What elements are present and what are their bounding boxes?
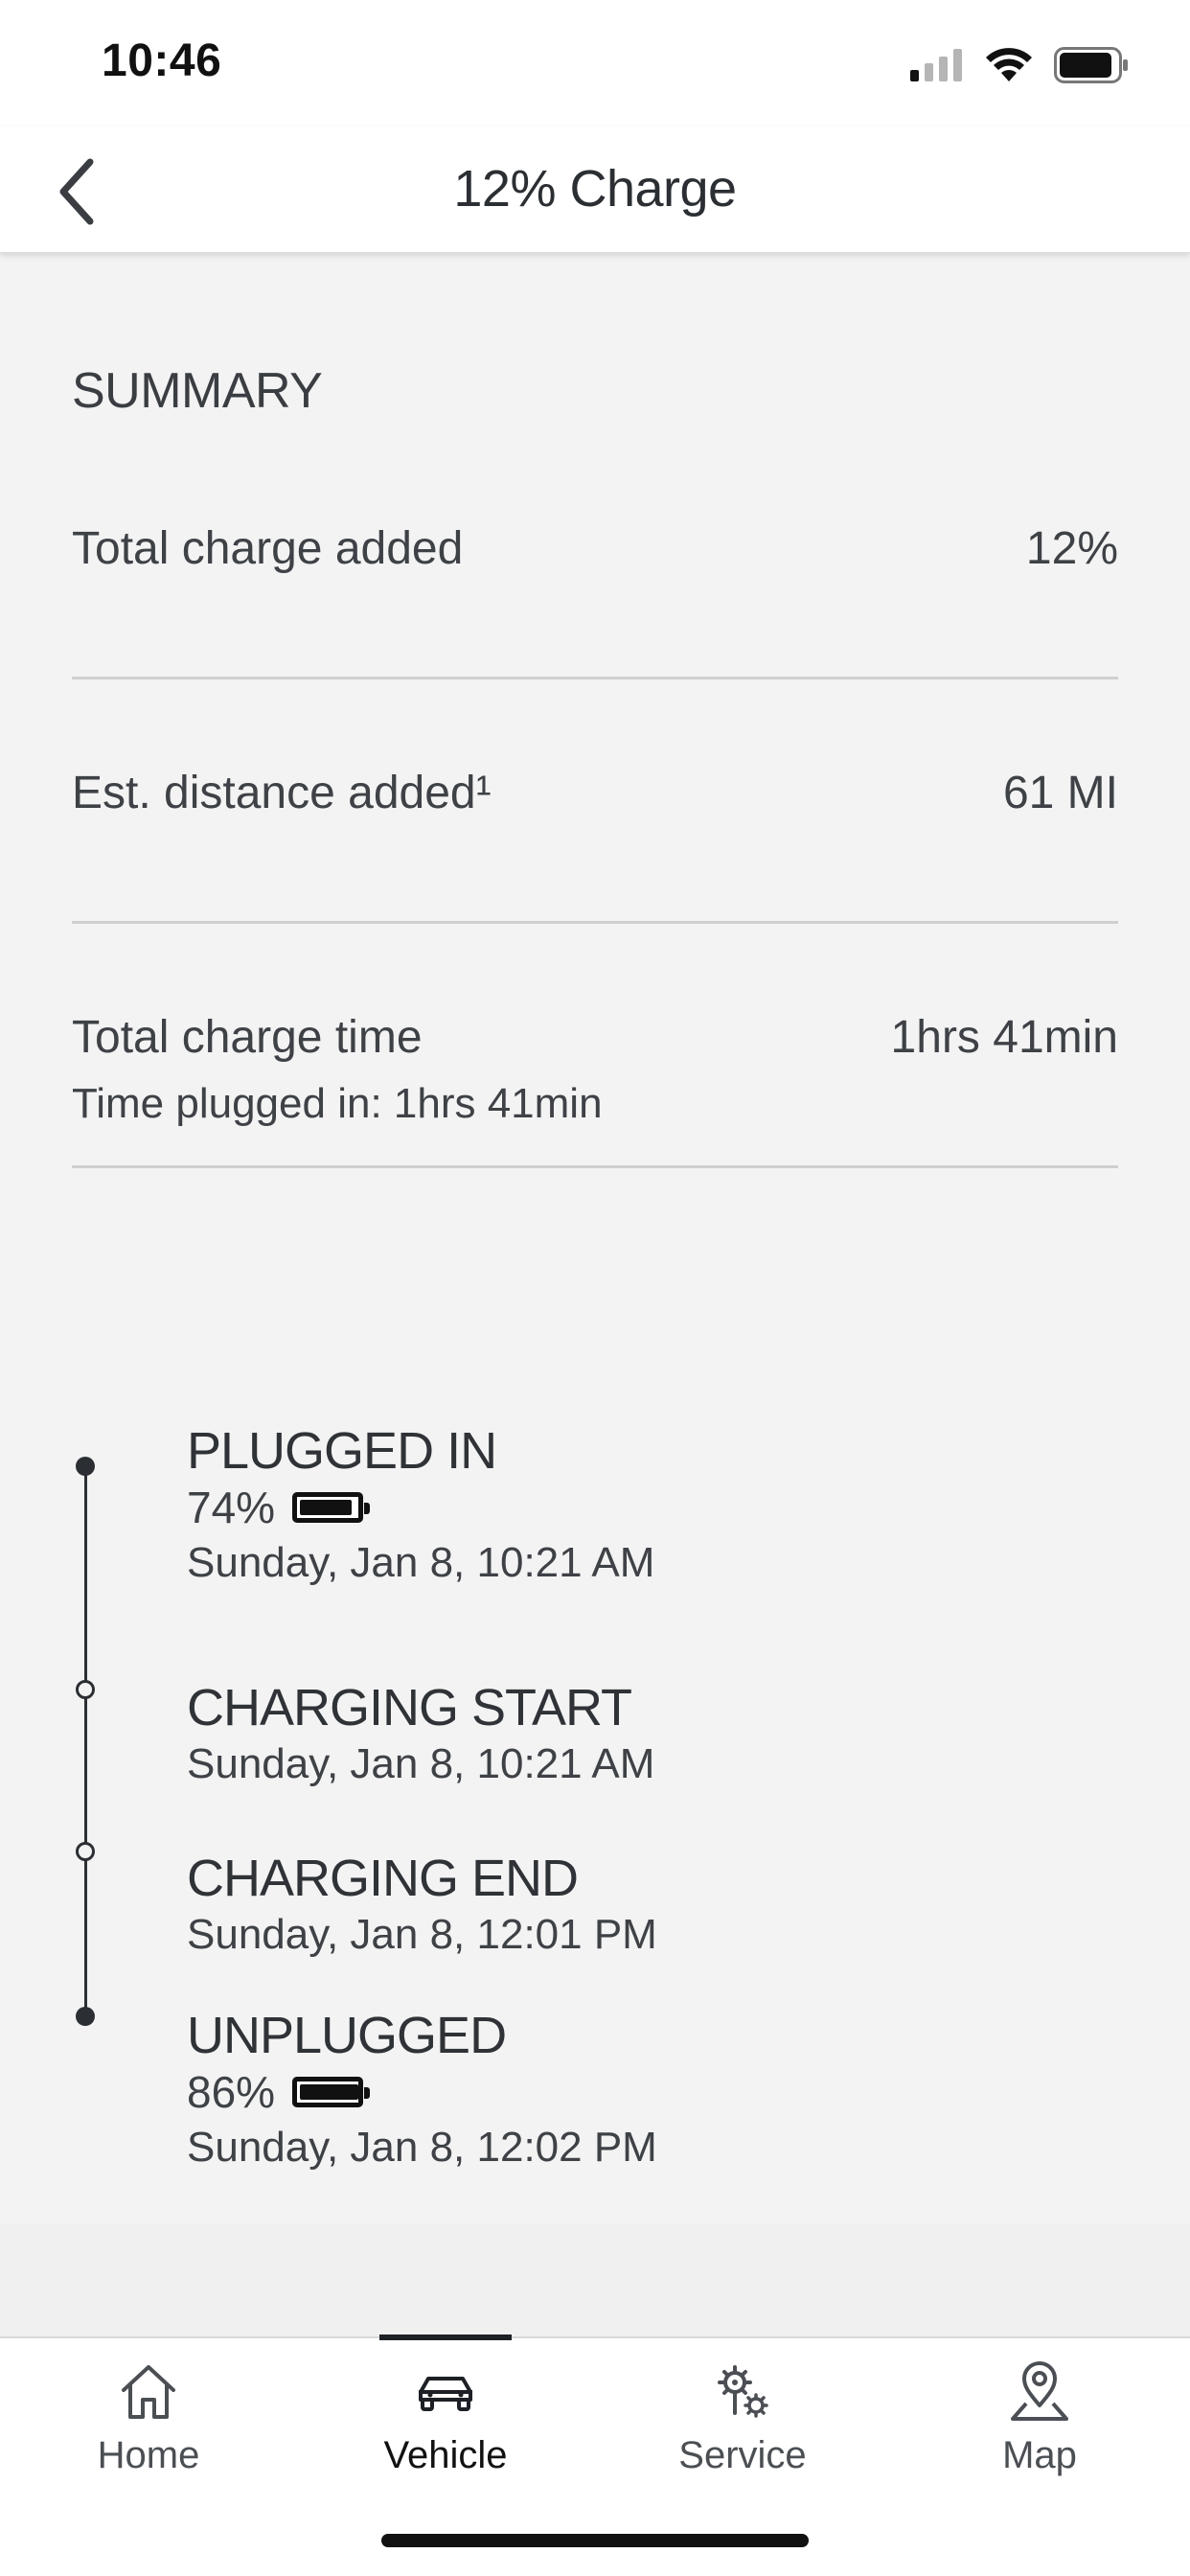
- event-title: PLUGGED IN: [187, 1422, 497, 1480]
- event-time: Sunday, Jan 8, 10:21 AM: [187, 1740, 655, 1787]
- nav-label: Service: [678, 2434, 807, 2476]
- row-sublabel: Time plugged in: 1hrs 41min: [72, 1080, 603, 1127]
- event-time: Sunday, Jan 8, 12:01 PM: [187, 1911, 657, 1958]
- summary-title: SUMMARY: [72, 363, 323, 419]
- battery-icon: [1054, 47, 1128, 83]
- timeline-event-charging-start: CHARGING START Sunday, Jan 8, 10:21 AM: [187, 1679, 654, 1792]
- status-icons: [910, 42, 1129, 88]
- timeline-event-charging-end: CHARGING END Sunday, Jan 8, 12:01 PM: [187, 1850, 657, 1963]
- summary-row-charge-added: Total charge added 12%: [72, 522, 1118, 580]
- status-time: 10:46: [102, 35, 222, 86]
- home-icon: [122, 2365, 175, 2419]
- battery-fill: [300, 2084, 359, 2100]
- map-pin-icon: [1011, 2361, 1068, 2421]
- wifi-icon: [986, 48, 1032, 81]
- divider: [72, 677, 1118, 679]
- nav-tab-home[interactable]: Home: [0, 2338, 297, 2511]
- row-label: Est. distance added¹: [72, 768, 492, 818]
- car-icon: [419, 2377, 472, 2411]
- row-value: 12%: [1025, 523, 1118, 574]
- nav-label: Map: [1002, 2434, 1077, 2476]
- signal-icon: [910, 49, 962, 81]
- content-bottom-area: [0, 2223, 1190, 2336]
- row-value: 61 MI: [1002, 768, 1118, 818]
- service-gears-icon: [718, 2365, 768, 2418]
- battery-icon: [292, 2077, 371, 2107]
- timeline-dot-hollow: [76, 1680, 95, 1699]
- divider: [72, 1165, 1118, 1168]
- battery-fill: [300, 1500, 353, 1515]
- nav-tab-service[interactable]: Service: [594, 2338, 891, 2511]
- nav-tab-map[interactable]: Map: [891, 2338, 1188, 2511]
- row-label: Total charge time: [72, 1012, 423, 1063]
- timeline-dot-hollow: [76, 1842, 95, 1861]
- timeline-dot-filled: [76, 1457, 95, 1476]
- event-title: CHARGING END: [187, 1850, 579, 1907]
- nav-label: Vehicle: [383, 2434, 508, 2476]
- event-time: Sunday, Jan 8, 10:21 AM: [187, 1539, 655, 1586]
- header: 12% Charge: [0, 126, 1190, 253]
- nav-label: Home: [97, 2434, 200, 2476]
- event-percent-text: 86%: [187, 2067, 276, 2117]
- event-title: UNPLUGGED: [187, 2007, 507, 2064]
- divider: [72, 921, 1118, 924]
- timeline-event-plugged-in: PLUGGED IN 74% Sunday, Jan 8, 10:21 AM: [187, 1422, 654, 1591]
- summary-row-distance-added: Est. distance added¹ 61 MI: [72, 767, 1118, 824]
- event-battery-percent: 86%: [187, 2064, 657, 2120]
- summary-row-charge-time: Total charge time 1hrs 41min Time plugge…: [72, 1011, 1118, 1136]
- event-title: CHARGING START: [187, 1679, 632, 1736]
- row-value: 1hrs 41min: [890, 1012, 1118, 1063]
- home-indicator: [381, 2534, 809, 2547]
- timeline-dot-filled: [76, 2007, 95, 2026]
- row-label: Total charge added: [72, 523, 464, 574]
- nav-tab-vehicle[interactable]: Vehicle: [297, 2338, 594, 2511]
- event-battery-percent: 74%: [187, 1480, 654, 1535]
- timeline-event-unplugged: UNPLUGGED 86% Sunday, Jan 8, 12:02 PM: [187, 2007, 657, 2175]
- event-percent-text: 74%: [187, 1483, 276, 1532]
- status-bar: 10:46: [0, 0, 1190, 126]
- event-time: Sunday, Jan 8, 12:02 PM: [187, 2124, 657, 2171]
- page-title: 12% Charge: [453, 160, 737, 218]
- battery-icon: [292, 1492, 371, 1523]
- timeline-line: [84, 1466, 87, 2017]
